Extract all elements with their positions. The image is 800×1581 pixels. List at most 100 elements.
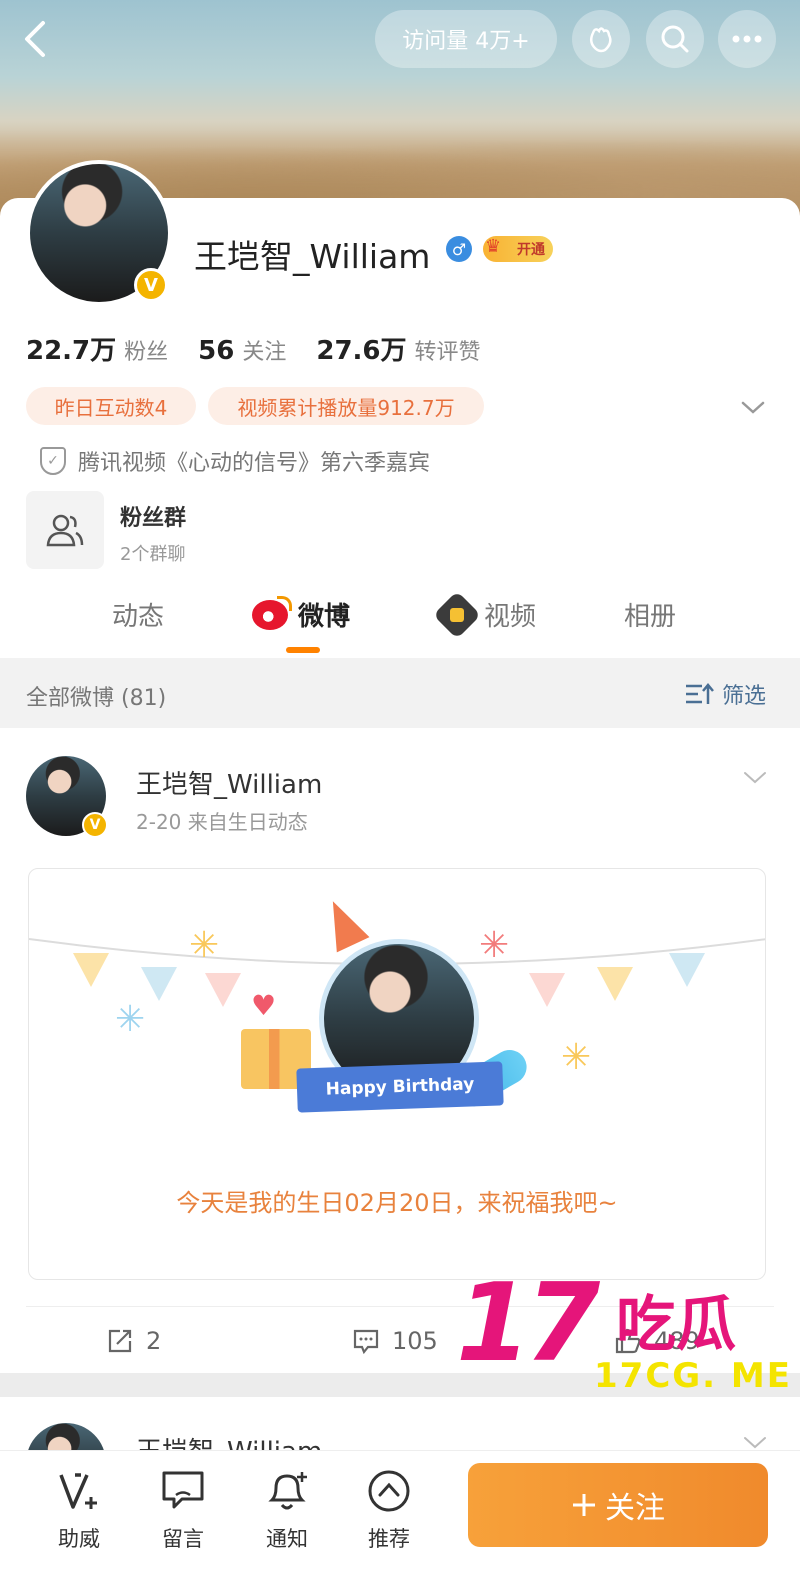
recommend-up-icon xyxy=(368,1470,410,1512)
more-button[interactable] xyxy=(718,10,776,68)
fortune-icon xyxy=(590,27,612,53)
stat-number: 27.6万 xyxy=(316,336,407,366)
visits-counter[interactable]: 访问量 4万+ xyxy=(375,10,557,68)
visits-label: 访问量 4万+ xyxy=(402,29,530,54)
cheer-v-plus-icon xyxy=(59,1473,97,1509)
cheer-button[interactable]: 助威 xyxy=(44,1465,114,1553)
tab-label: 相册 xyxy=(624,602,677,632)
bottom-item-label: 通知 xyxy=(266,1527,308,1551)
stat-interactions[interactable]: 27.6万 转评赞 xyxy=(316,330,480,367)
plus-icon xyxy=(573,1494,595,1516)
repost-button[interactable]: 2 xyxy=(106,1327,161,1355)
filter-bar: 全部微博 (81) 筛选 xyxy=(0,658,800,728)
video-logo-icon xyxy=(432,590,482,639)
profile-tabs: 动态 微博 视频 相册 xyxy=(0,578,800,658)
post-actions: 2 105 489 xyxy=(26,1306,774,1373)
back-icon xyxy=(25,21,45,57)
verified-badge-icon: V xyxy=(82,812,108,838)
chevron-down-icon xyxy=(744,1437,766,1449)
tab-label: 视频 xyxy=(484,602,537,632)
post-separator xyxy=(0,1373,800,1397)
tab-album[interactable]: 相册 xyxy=(624,596,676,633)
profile-name: 王垲智_William xyxy=(194,237,431,276)
tab-dynamic[interactable]: 动态 xyxy=(112,596,164,633)
comment-button[interactable]: 105 xyxy=(352,1327,438,1355)
notify-button[interactable]: 通知 xyxy=(252,1465,322,1553)
filter-button[interactable]: 筛选 xyxy=(684,678,766,710)
fortune-button[interactable] xyxy=(572,10,630,68)
chevron-down-icon xyxy=(741,401,765,414)
profile-stats: 22.7万 粉丝 56 关注 27.6万 转评赞 xyxy=(26,330,481,367)
filter-icon xyxy=(685,683,714,704)
all-weibo-count: 全部微博 (81) xyxy=(26,686,167,711)
follow-label: 关注 xyxy=(605,1491,665,1526)
message-icon xyxy=(162,1471,204,1509)
stat-label: 关注 xyxy=(242,340,287,365)
fan-group-title[interactable]: 粉丝群 xyxy=(120,500,186,532)
sparkle-icon: ✳ xyxy=(189,925,220,966)
bottom-item-label: 留言 xyxy=(162,1527,204,1551)
stat-number: 22.7万 xyxy=(26,336,117,366)
chevron-down-icon xyxy=(744,772,766,784)
post-meta: 2-20 来自生日动态 xyxy=(136,810,308,834)
like-button[interactable]: 489 xyxy=(614,1327,700,1355)
verified-badge-icon: V xyxy=(134,268,168,302)
like-icon xyxy=(615,1328,641,1354)
bunting-flag xyxy=(597,967,633,1001)
post-author[interactable]: 王垲智_William xyxy=(136,764,322,801)
like-count: 489 xyxy=(654,1327,700,1355)
birthday-card[interactable]: ✳ ✳ ✳ ✳ ♥ Happy Birthday 今天是我的生日02月20日，来… xyxy=(28,868,766,1280)
expand-chevron-icon[interactable] xyxy=(740,394,770,418)
weibo-post: 王垲智_William xyxy=(0,1397,800,1457)
birthday-message: 今天是我的生日02月20日，来祝福我吧~ xyxy=(176,1189,618,1217)
recommend-button[interactable]: 推荐 xyxy=(354,1465,424,1553)
follow-button[interactable]: 关注 xyxy=(468,1463,768,1547)
bell-plus-icon xyxy=(268,1472,307,1510)
vip-open-badge[interactable]: ♛ 开通 xyxy=(483,236,553,262)
stat-label: 转评赞 xyxy=(414,340,481,365)
sparkle-icon: ✳ xyxy=(561,1037,592,1078)
bunting-flag xyxy=(529,973,565,1007)
shield-icon: ✓ xyxy=(40,447,66,475)
birthday-ribbon: Happy Birthday xyxy=(296,1061,504,1113)
stat-following[interactable]: 56 关注 xyxy=(198,334,286,366)
tab-weibo[interactable]: 微博 xyxy=(252,595,350,633)
bottom-action-bar: 助威 留言 通知 推荐 关注 xyxy=(0,1450,800,1581)
weibo-post: V 王垲智_William 2-20 来自生日动态 ✳ ✳ ✳ ✳ ♥ Happ… xyxy=(0,728,800,1373)
video-plays-chip[interactable]: 视频累计播放量912.7万 xyxy=(208,387,484,425)
tab-video[interactable]: 视频 xyxy=(432,590,537,639)
interaction-chip[interactable]: 昨日互动数4 xyxy=(26,387,196,425)
bunting-flag xyxy=(205,973,241,1007)
vip-label: 开通 xyxy=(517,242,545,258)
bunting-flag xyxy=(73,953,109,987)
message-board-button[interactable]: 留言 xyxy=(148,1465,218,1553)
bunting-flag xyxy=(669,953,705,987)
crown-icon: ♛ xyxy=(485,236,502,257)
stat-label: 粉丝 xyxy=(124,340,169,365)
group-icon xyxy=(46,514,84,547)
guest-note: ✓ 腾讯视频《心动的信号》第六季嘉宾 xyxy=(40,445,430,477)
fan-group-icon[interactable] xyxy=(26,491,104,569)
repost-count: 2 xyxy=(146,1327,162,1355)
comment-count: 105 xyxy=(392,1327,438,1355)
weibo-logo-icon xyxy=(252,595,292,630)
sparkle-icon: ✳ xyxy=(479,925,510,966)
male-gender-icon: ♂ xyxy=(446,236,472,262)
post-menu-button[interactable] xyxy=(742,764,768,792)
sparkle-icon: ✳ xyxy=(115,999,146,1040)
comment-icon xyxy=(353,1329,379,1355)
bottom-item-label: 推荐 xyxy=(368,1527,410,1551)
stat-followers[interactable]: 22.7万 粉丝 xyxy=(26,330,168,367)
profile-page: 访问量 4万+ V 王垲智_William ♂ ♛ 开通 22.7万 粉丝 56 关注… xyxy=(0,0,800,1581)
back-button[interactable] xyxy=(12,10,58,68)
more-icon xyxy=(732,35,762,43)
bottom-item-label: 助威 xyxy=(58,1527,100,1551)
tab-label: 动态 xyxy=(112,602,165,632)
search-button[interactable] xyxy=(646,10,704,68)
bunting-flag xyxy=(141,967,177,1001)
guest-note-text: 腾讯视频《心动的信号》第六季嘉宾 xyxy=(78,451,431,476)
repost-icon xyxy=(108,1329,132,1353)
search-icon xyxy=(661,25,689,53)
fan-group-subtitle: 2个群聊 xyxy=(120,544,186,565)
stat-number: 56 xyxy=(198,336,235,366)
